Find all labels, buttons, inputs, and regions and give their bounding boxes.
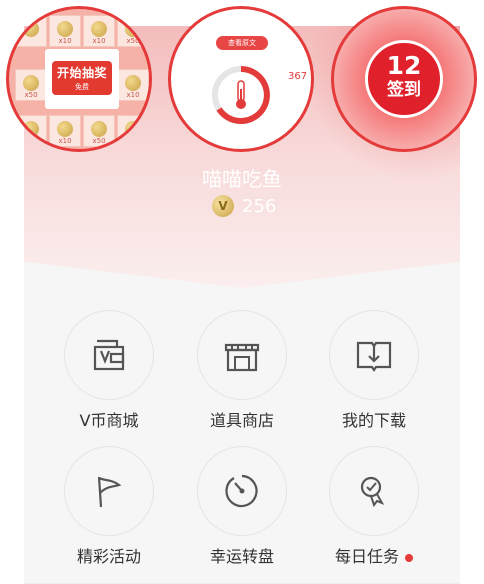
spinner-icon bbox=[225, 474, 258, 508]
grid-item-lucky-wheel[interactable]: 幸运转盘 bbox=[182, 446, 302, 576]
lottery-tile: x10 bbox=[49, 115, 81, 147]
checkin-label: 签到 bbox=[387, 80, 421, 100]
grid-item-daily-tasks[interactable]: 每日任务 bbox=[314, 446, 434, 576]
grid-item-label: 我的下载 bbox=[341, 411, 406, 430]
lottery-tile: x50 bbox=[83, 115, 115, 147]
balance-value: 256 bbox=[242, 195, 277, 217]
flag-icon bbox=[97, 476, 122, 508]
lottery-tile: x10 bbox=[83, 15, 115, 47]
wallet-icon bbox=[93, 339, 125, 371]
store-icon bbox=[224, 343, 260, 372]
checkin-button[interactable]: 12 签到 bbox=[365, 40, 443, 118]
grid-item-label: 精彩活动 bbox=[76, 547, 141, 566]
lottery-tile: x10 bbox=[49, 15, 81, 47]
lottery-tile: x50 bbox=[15, 69, 47, 101]
grid-item-my-downloads[interactable]: 我的下载 bbox=[314, 310, 434, 440]
lottery-tile: x10 bbox=[117, 69, 149, 101]
notification-dot bbox=[405, 553, 413, 562]
lottery-tile bbox=[15, 15, 47, 47]
temperature-value: 367 bbox=[288, 71, 308, 82]
download-book-icon bbox=[356, 341, 392, 372]
badge-icon bbox=[360, 476, 385, 508]
lottery-circle[interactable]: x10 x10 x50 x50 x10 x10 x10 x50 x10 开始抽奖… bbox=[6, 6, 152, 152]
lottery-tile: x10 bbox=[15, 115, 47, 147]
start-lottery-button[interactable]: 开始抽奖 免费 bbox=[52, 61, 112, 95]
grid-item-label: 道具商店 bbox=[209, 411, 274, 430]
grid-item-v-coin-mall[interactable]: V币商城 bbox=[49, 310, 169, 440]
checkin-count: 12 bbox=[386, 51, 422, 80]
grid-item-label: 每日任务 bbox=[314, 543, 434, 567]
lottery-tile: x50 bbox=[117, 15, 149, 47]
coin-balance: V 256 bbox=[212, 194, 276, 218]
grid-item-label: 幸运转盘 bbox=[209, 547, 274, 566]
lottery-tile: x10 bbox=[117, 115, 149, 147]
username: 喵喵吃鱼 bbox=[202, 167, 282, 191]
checkin-circle: 12 签到 bbox=[331, 6, 477, 152]
thermometer-gauge-icon bbox=[212, 66, 270, 124]
grid-item-item-shop[interactable]: 道具商店 bbox=[182, 310, 302, 440]
grid-item-label: V币商城 bbox=[79, 411, 139, 430]
v-coin-icon: V bbox=[212, 195, 234, 217]
temperature-circle[interactable]: 查看原文 367 bbox=[168, 6, 314, 152]
grid-item-events[interactable]: 精彩活动 bbox=[49, 446, 169, 576]
view-original-pill[interactable]: 查看原文 bbox=[216, 36, 268, 50]
